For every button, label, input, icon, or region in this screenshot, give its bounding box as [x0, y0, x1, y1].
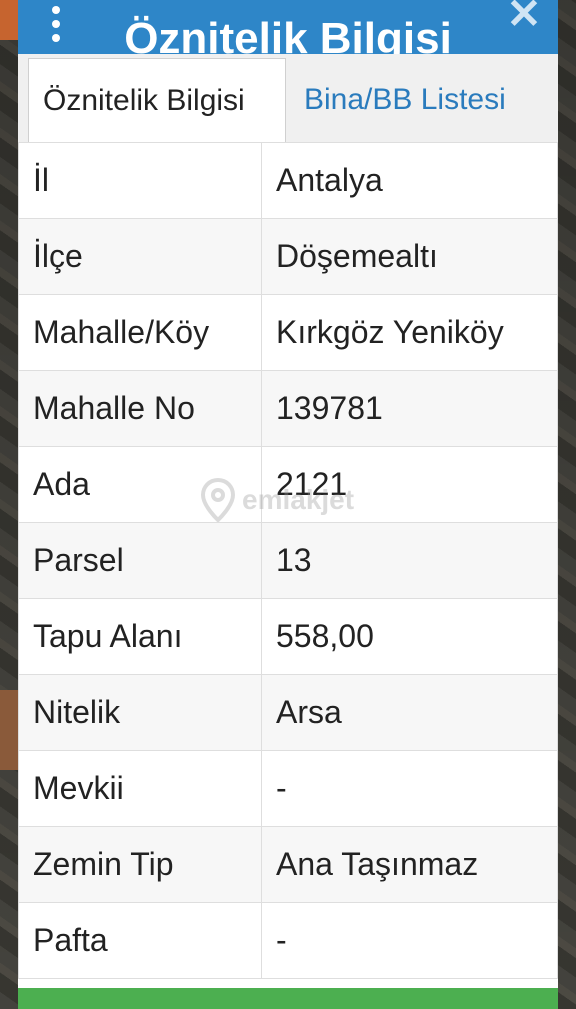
table-row: Nitelik Arsa	[18, 674, 558, 751]
row-key: Nitelik	[18, 674, 262, 751]
row-value: Ana Taşınmaz	[261, 826, 558, 903]
table-row: İl Antalya	[18, 142, 558, 219]
table-row: Tapu Alanı 558,00	[18, 598, 558, 675]
row-value: Kırkgöz Yeniköy	[261, 294, 558, 371]
table-row: Mevkii -	[18, 750, 558, 827]
tab-building-list[interactable]: Bina/BB Listesi	[290, 58, 558, 142]
table-row: İlçe Döşemealtı	[18, 218, 558, 295]
map-detail	[0, 0, 18, 40]
panel-title: Öznitelik Bilgisi	[124, 14, 452, 54]
panel-header: Öznitelik Bilgisi ✕	[18, 0, 558, 54]
row-value: 13	[261, 522, 558, 599]
table-row: Parsel 13	[18, 522, 558, 599]
row-value: Döşemealtı	[261, 218, 558, 295]
row-key: Tapu Alanı	[18, 598, 262, 675]
row-value: 139781	[261, 370, 558, 447]
close-icon[interactable]: ✕	[504, 0, 544, 35]
watermark: emlakjet	[200, 478, 354, 522]
table-row: Zemin Tip Ana Taşınmaz	[18, 826, 558, 903]
table-row: Mahalle/Köy Kırkgöz Yeniköy	[18, 294, 558, 371]
row-key: Mevkii	[18, 750, 262, 827]
attribute-table: İl Antalya İlçe Döşemealtı Mahalle/Köy K…	[18, 142, 558, 979]
location-pin-icon	[200, 478, 236, 522]
tab-attribute-info[interactable]: Öznitelik Bilgisi	[28, 58, 286, 142]
table-row: Mahalle No 139781	[18, 370, 558, 447]
table-row: Pafta -	[18, 902, 558, 979]
row-key: İlçe	[18, 218, 262, 295]
footer-action-bar[interactable]	[18, 988, 558, 1009]
row-key: Mahalle No	[18, 370, 262, 447]
row-key: Pafta	[18, 902, 262, 979]
row-key: Mahalle/Köy	[18, 294, 262, 371]
row-value: Antalya	[261, 142, 558, 219]
row-value: 558,00	[261, 598, 558, 675]
row-value: -	[261, 750, 558, 827]
watermark-text: emlakjet	[242, 484, 355, 515]
tab-bar: Öznitelik Bilgisi Bina/BB Listesi	[18, 54, 558, 143]
row-key: İl	[18, 142, 262, 219]
map-detail	[0, 690, 18, 770]
row-key: Zemin Tip	[18, 826, 262, 903]
row-value: -	[261, 902, 558, 979]
row-key: Parsel	[18, 522, 262, 599]
row-value: Arsa	[261, 674, 558, 751]
